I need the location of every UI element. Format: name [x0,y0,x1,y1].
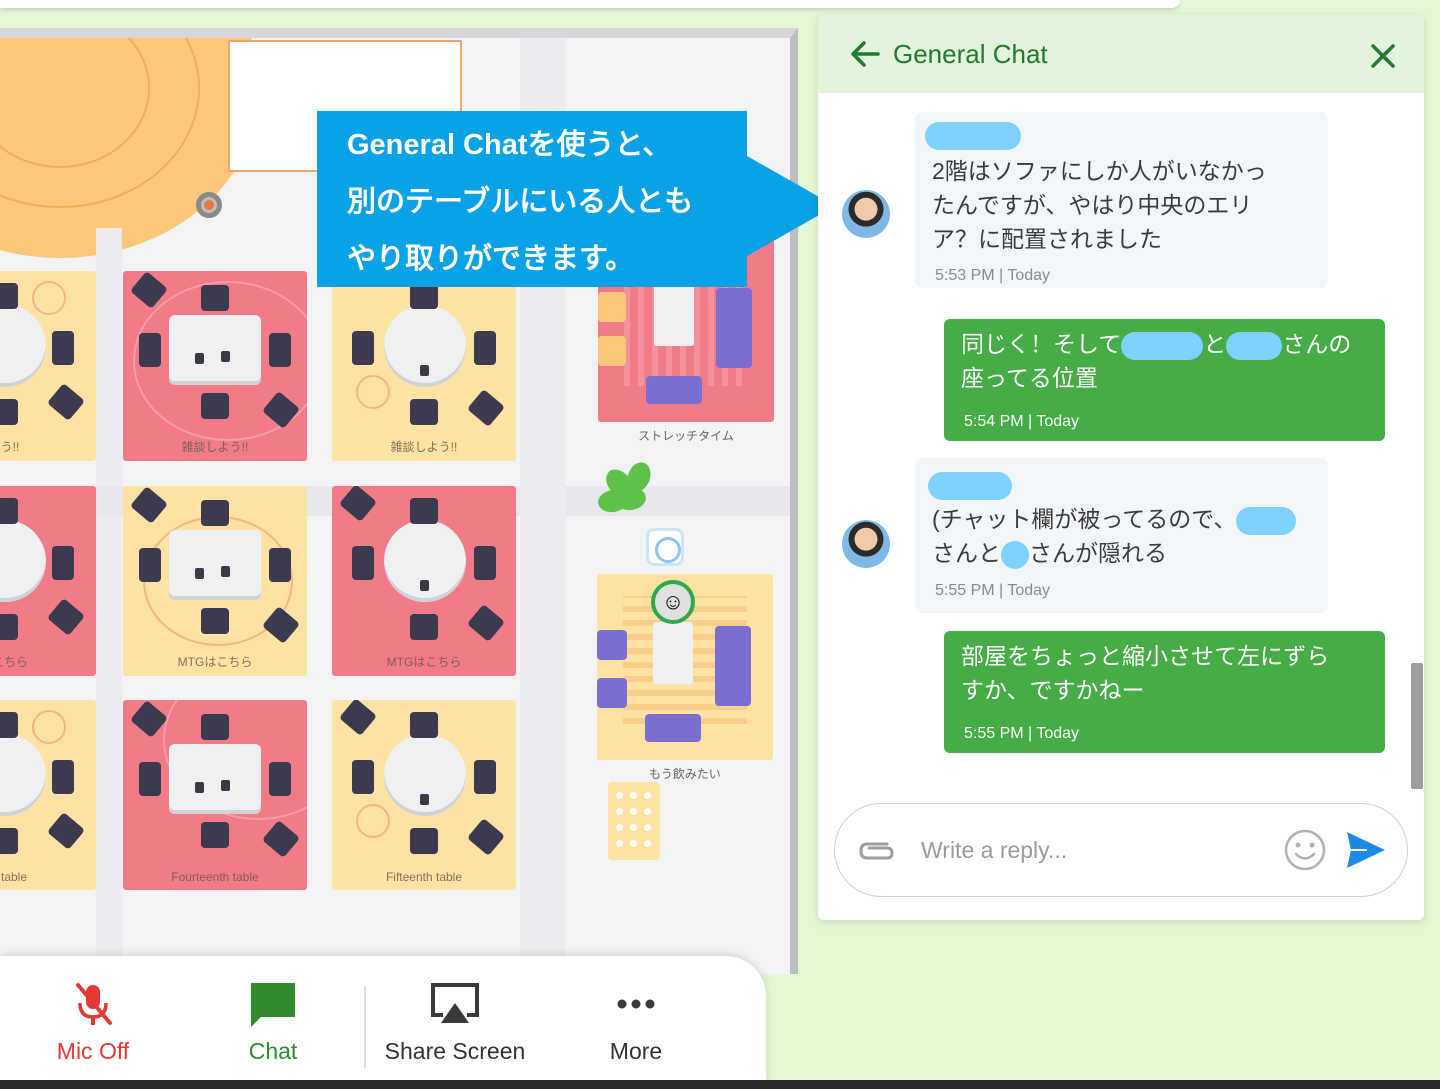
share-screen-button[interactable]: Share Screen [375,980,535,1070]
wooden-round-table [0,38,260,258]
message-text: 同じく！そしてとさんの [961,327,1351,361]
redacted-name [928,472,1012,500]
avatar[interactable] [842,190,890,238]
back-arrow-icon[interactable] [848,37,882,71]
table-label: よう!! [0,440,20,454]
message-text: (チャット欄が被ってるので、 [932,502,1297,536]
lounge-label: ストレッチタイム [638,429,734,443]
annotation-callout: General Chatを使うと、 別のテーブルにいる人とも やり取りができます… [317,111,747,287]
avatar[interactable] [842,520,890,568]
chat-header: General Chat [818,15,1424,93]
redacted-name [1236,506,1297,535]
close-icon[interactable] [1366,39,1400,73]
aisle [96,228,122,974]
table-tile[interactable]: 雑談しよう!! [332,271,516,461]
table-label: 雑談しよう!! [390,440,458,454]
table-tile[interactable]: MTGはこちら [123,486,307,676]
callout-line: 別のテーブルにいる人とも [347,186,694,218]
redacted-name [1001,540,1029,569]
table-tile[interactable]: よう!! [0,271,96,461]
reply-input[interactable] [921,826,1261,874]
table-tile[interactable]: Fourteenth table [123,700,307,890]
top-bar-edge [0,0,1180,8]
message-text: ア？に配置されました [932,226,1162,252]
more-button[interactable]: More [556,980,716,1070]
table-tile[interactable]: Fifteenth table [332,700,516,890]
table-tile[interactable]: MTGはこちら [332,486,516,676]
send-icon[interactable] [1345,830,1387,870]
more-label: More [609,1038,663,1064]
message-bubble-outgoing: 同じく！そしてとさんの 座ってる位置 5:54 PM | Today [944,319,1385,441]
message-list[interactable]: 2階はソファにしか人がいなかっ たんですが、やはり中央のエリ ア？に配置されまし… [818,93,1410,783]
lounge-label: もう飲みたい [649,767,721,781]
table-label: MTGはこちら [177,655,253,669]
share-screen-icon [429,980,481,1028]
message-text: 部屋をちょっと縮小させて左にずら [961,643,1330,669]
taskbar-edge [0,1080,1440,1089]
message-bubble-incoming: 2階はソファにしか人がいなかっ たんですが、やはり中央のエリ ア？に配置されまし… [915,112,1328,288]
message-bubble-incoming: (チャット欄が被ってるので、 さんと さんが隠れる 5:55 PM | Today [915,458,1328,613]
message-text: さんと さんが隠れる [932,536,1167,570]
message-timestamp: 5:53 PM | Today [935,267,1051,284]
plant-icon [596,458,660,515]
message-text: すか、ですかねー [961,677,1145,703]
mic-off-label: Mic Off [56,1038,130,1064]
message-bubble-outgoing: 部屋をちょっと縮小させて左にずら すか、ですかねー 5:55 PM | Toda… [944,631,1385,753]
emoji-icon[interactable] [1283,828,1327,872]
scrollbar-thumb[interactable] [1411,663,1423,789]
chat-button[interactable]: Chat [193,980,353,1070]
chat-bubble-icon [249,980,297,1028]
table-tile[interactable]: nth table [0,700,96,890]
lamp-icon [196,192,222,218]
kiosk-icon[interactable] [646,528,684,566]
table-tile[interactable]: 雑談しよう!! [123,271,307,461]
message-timestamp: 5:54 PM | Today [964,413,1080,430]
reply-composer [834,803,1408,897]
bulletin-board [608,782,660,860]
more-dots-icon [616,980,656,1028]
message-text: たんですが、やはり中央のエリ [932,192,1253,218]
message-text: 座ってる位置 [961,365,1098,391]
paperclip-icon[interactable] [857,836,897,866]
user-avatar-on-map[interactable]: ☺ [651,580,695,624]
table-label: MTGはこちら [386,655,462,669]
redacted-name [925,122,1021,150]
table-label: nth table [0,870,28,884]
table-label: Fifteenth table [385,870,463,884]
callout-line: やり取りができます。 [347,243,635,275]
table-label: 雑談しよう!! [181,440,249,454]
table-label: Fourteenth table [171,870,259,884]
table-tile[interactable]: はこちら [0,486,96,676]
redacted-name [1121,331,1204,360]
message-timestamp: 5:55 PM | Today [935,582,1051,599]
chat-label: Chat [248,1038,298,1064]
toolbar-divider [364,986,366,1068]
message-text: 2階はソファにしか人がいなかっ [932,158,1267,184]
general-chat-panel: General Chat 2階はソファにしか人がいなかっ たんですが、やはり中央… [818,15,1424,920]
chat-title: General Chat [893,39,1048,69]
message-timestamp: 5:55 PM | Today [964,725,1080,742]
mic-off-icon [72,980,114,1028]
table-label: はこちら [0,655,28,669]
redacted-name [1226,331,1283,360]
callout-line: General Chatを使うと、 [347,129,672,161]
share-screen-label: Share Screen [384,1038,526,1064]
mic-off-button[interactable]: Mic Off [13,980,173,1070]
bottom-toolbar: Mic Off Chat Share Screen More [0,956,766,1086]
